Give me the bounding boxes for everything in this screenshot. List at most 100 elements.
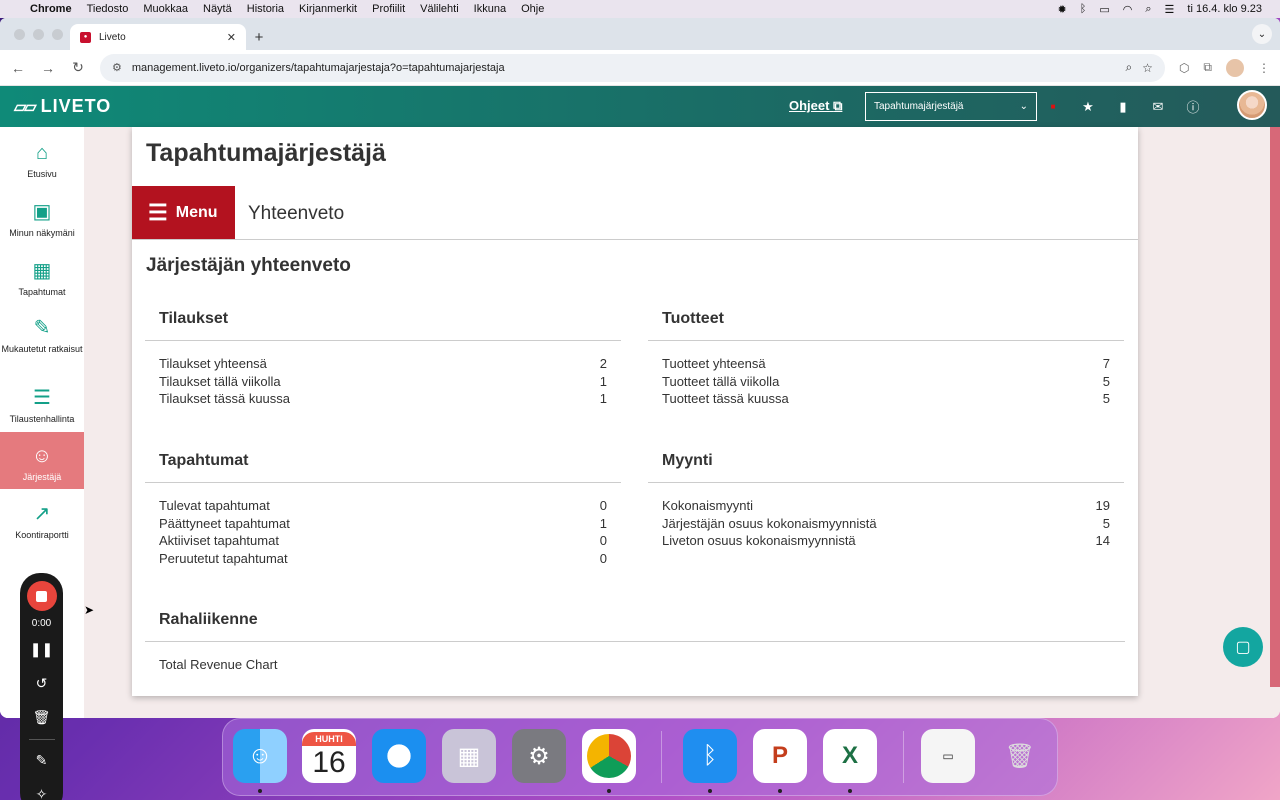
launchpad-icon[interactable]: ▦ — [442, 729, 496, 783]
star-icon[interactable]: ★ — [1080, 99, 1096, 115]
trash-icon[interactable]: 🗑 — [33, 709, 51, 731]
info-icon[interactable]: ⓘ — [1185, 97, 1201, 116]
help-link[interactable]: Ohjeet ⧉ — [789, 98, 842, 114]
chevron-down-icon: ⌄ — [1019, 101, 1028, 112]
organizer-select[interactable]: Tapahtumajärjestäjä ⌄ — [865, 92, 1037, 121]
events-card: Tapahtumat Tulevat tapahtumat 0 Päättynee… — [145, 452, 621, 567]
chat-button[interactable]: ▢ — [1223, 627, 1263, 667]
divider — [132, 239, 1138, 240]
extensions-puzzle-icon[interactable]: ⧉ — [1203, 60, 1212, 75]
safari-icon[interactable]: ✦ — [372, 729, 426, 783]
chrome-app-icon[interactable] — [582, 729, 636, 783]
stat-label: Tuotteet tässä kuussa — [662, 391, 789, 406]
address-bar[interactable]: ⚙ management.liveto.io/organizers/tapaht… — [100, 53, 1165, 82]
stat-row: Kokonaismyynti 19 — [648, 497, 1124, 515]
browser-tab[interactable]: ● Liveto ✕ — [70, 24, 246, 50]
stat-row: Järjestäjän osuus kokonaismyynnistä 5 — [648, 515, 1124, 533]
menu-kirjanmerkit[interactable]: Kirjanmerkit — [299, 3, 357, 15]
layout-icon: ▣ — [32, 201, 52, 223]
menu-ohje[interactable]: Ohje — [521, 3, 544, 15]
restart-icon[interactable]: ↺ — [36, 675, 48, 697]
bluetooth-icon[interactable]: ᛒ — [1080, 3, 1087, 15]
profile-avatar[interactable] — [1226, 58, 1244, 77]
trash-bin-icon[interactable]: 🗑 — [993, 729, 1047, 783]
sidebar-item-minun-nakymani[interactable]: ▣ Minun näkymäni — [0, 200, 84, 238]
menu-muokkaa[interactable]: Muokkaa — [143, 3, 188, 15]
reload-icon[interactable]: ↻ — [70, 59, 86, 76]
sidebar-item-jarjestaja[interactable]: ☺ Järjestäjä — [0, 432, 84, 489]
menu-tiedosto[interactable]: Tiedosto — [87, 3, 129, 15]
sidebar-item-label: Tapahtumat — [18, 287, 66, 297]
macos-dock: ☺ HUHTI 16 ✦ ▦ ⚙ ᛒ P X ▭ 🗑 — [222, 718, 1058, 796]
menu-ikkuna[interactable]: Ikkuna — [474, 3, 506, 15]
url-text[interactable]: management.liveto.io/organizers/tapahtum… — [132, 62, 1116, 74]
address-toolbar: ← → ↻ ⚙ management.liveto.io/organizers/… — [0, 50, 1280, 86]
bluetooth-app-icon[interactable]: ᛒ — [683, 729, 737, 783]
stat-row: Liveton osuus kokonaismyynnistä 14 — [648, 532, 1124, 550]
sidebar-item-mukautetut-ratkaisut[interactable]: ✎ Mukautetut ratkaisut — [0, 316, 84, 354]
pause-icon[interactable]: ❚❚ — [30, 641, 53, 663]
minimized-window-thumbnail[interactable]: ▭ — [921, 729, 975, 783]
zoom-window-button[interactable] — [52, 29, 63, 40]
window-controls — [14, 29, 63, 40]
sidebar-item-etusivu[interactable]: ⌂ Etusivu — [0, 141, 84, 179]
stat-row: Tuotteet tällä viikolla 5 — [648, 373, 1124, 391]
extension-icon[interactable]: ⬡ — [1179, 61, 1189, 75]
browser-window: ● Liveto ✕ + ⌄ ← → ↻ ⚙ management.liveto… — [0, 18, 1280, 718]
chrome-menu-icon[interactable]: ⋮ — [1258, 61, 1270, 75]
powerpoint-icon[interactable]: P — [753, 729, 807, 783]
mouse-cursor-icon: ➤ — [84, 603, 95, 617]
feedback-icon[interactable]: ✉ — [1150, 99, 1166, 115]
excel-icon[interactable]: X — [823, 729, 877, 783]
sidebar-item-koontiraportti[interactable]: ↗ Koontiraportti — [0, 502, 84, 540]
divider — [28, 739, 55, 740]
minimize-window-button[interactable] — [33, 29, 44, 40]
stop-recording-button[interactable] — [26, 581, 57, 611]
menu-valilehti[interactable]: Välilehti — [420, 3, 459, 15]
stat-label: Liveton osuus kokonaismyynnistä — [662, 533, 856, 548]
bookmark-icon[interactable]: ▮ — [1115, 99, 1131, 115]
close-tab-icon[interactable]: ✕ — [227, 31, 236, 44]
stat-label: Tuotteet yhteensä — [662, 356, 766, 371]
calendar-icon: ▦ — [32, 260, 52, 282]
menu-nayta[interactable]: Näytä — [203, 3, 232, 15]
main-panel: Tapahtumajärjestäjä ☰ Menu Yhteenveto Jä… — [132, 127, 1138, 696]
pen-icon[interactable]: ✎ — [36, 752, 48, 774]
menu-historia[interactable]: Historia — [247, 3, 284, 15]
bookmark-star-icon[interactable]: ☆ — [1142, 61, 1153, 75]
battery-icon[interactable]: ▭ — [1099, 3, 1109, 16]
clock[interactable]: ti 16.4. klo 9.23 — [1187, 3, 1262, 15]
stat-label: Tulevat tapahtumat — [159, 498, 270, 513]
stat-value: 19 — [1095, 498, 1110, 513]
forward-icon[interactable]: → — [40, 60, 56, 76]
home-icon: ⌂ — [35, 142, 49, 164]
search-icon[interactable]: ⌕ — [1145, 3, 1151, 16]
back-icon[interactable]: ← — [10, 60, 26, 76]
wifi-icon[interactable]: ◠ — [1123, 3, 1133, 16]
stat-row: Tilaukset yhteensä 2 — [145, 355, 621, 373]
sidebar-item-tilaustenhallinta[interactable]: ☰ Tilaustenhallinta — [0, 386, 84, 424]
control-center-icon[interactable]: ☰ — [1165, 3, 1175, 16]
user-avatar[interactable] — [1237, 90, 1267, 120]
menu-button[interactable]: ☰ Menu — [132, 186, 235, 239]
system-settings-icon[interactable]: ⚙ — [512, 729, 566, 783]
liveto-logo[interactable]: ▱▱ LIVETO — [14, 96, 111, 117]
calendar-app-icon[interactable]: HUHTI 16 — [302, 729, 356, 783]
divider — [648, 482, 1124, 483]
stat-row: Peruutetut tapahtumat 0 — [145, 550, 621, 568]
menu-chrome[interactable]: Chrome — [30, 3, 72, 15]
stat-label: Kokonaismyynti — [662, 498, 754, 513]
tab-search-icon[interactable]: ⌄ — [1252, 24, 1272, 44]
menu-profiilit[interactable]: Profiilit — [372, 3, 405, 15]
notification-dot-icon: ■ — [1050, 102, 1056, 111]
sidebar-item-tapahtumat[interactable]: ▦ Tapahtumat — [0, 259, 84, 297]
site-info-icon[interactable]: ⚙ — [112, 61, 122, 74]
running-indicator — [708, 789, 712, 793]
gear-status-icon[interactable]: ✹ — [1058, 3, 1067, 16]
zoom-icon[interactable]: ⌕ — [1125, 60, 1132, 75]
finder-icon[interactable]: ☺ — [233, 729, 287, 783]
running-indicator — [848, 789, 852, 793]
effects-icon[interactable]: ✧ — [36, 786, 48, 800]
new-tab-button[interactable]: + — [246, 24, 272, 50]
close-window-button[interactable] — [14, 29, 25, 40]
